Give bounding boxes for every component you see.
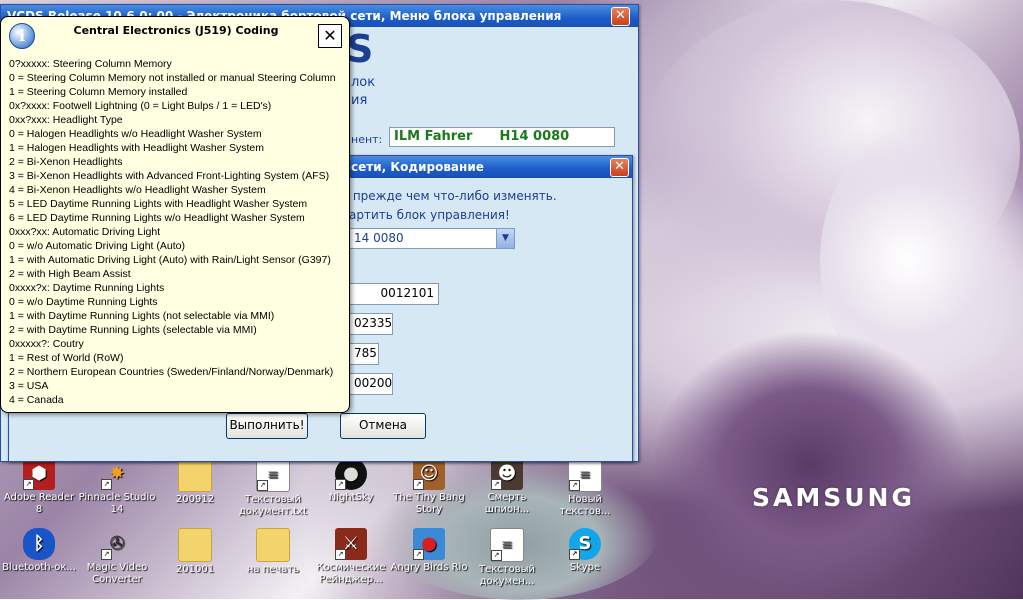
tooltip-line: 0 = w/o Daytime Running Lights: [9, 296, 158, 308]
text-file-icon: ≡ ↗: [568, 458, 602, 492]
pdf-icon: ⬢ ↗: [23, 458, 55, 490]
game-icon: ☻ ↗: [491, 458, 523, 490]
desktop-icon-angry-birds[interactable]: ● ↗ Angry Birds Rio: [390, 528, 468, 574]
desktop-icon-200912[interactable]: 200912: [156, 458, 234, 506]
tooltip-line: 4 = Bi-Xenon Headlights w/o Headlight Wa…: [9, 184, 266, 196]
desktop-icon-label: Magic Video Converter: [86, 562, 148, 585]
game-icon: ☺ ↗: [413, 458, 445, 490]
component-label: нент:: [351, 133, 383, 146]
desktop-icon-label: Текстовый докумен...: [478, 564, 536, 587]
desktop-icon-text-document-2[interactable]: ≡ ↗ Текстовый докумен...: [468, 528, 546, 588]
desktop-icon-adobe-reader[interactable]: ⬢ ↗ Adobe Reader 8: [0, 458, 78, 516]
desktop-icon-tiny-bang-story[interactable]: ☺ ↗ The Tiny Bang Story: [390, 458, 468, 516]
tooltip-line: 2 = Northern European Countries (Sweden/…: [9, 366, 334, 378]
coding-dialog-close-button[interactable]: ✕: [610, 158, 629, 177]
folder-icon: [178, 528, 212, 562]
desktop-icon-text-document[interactable]: ≡ ↗ Текстовый документ.txt: [234, 458, 312, 518]
night-sky-icon: ● ↗: [335, 458, 367, 490]
desktop-icon-bluetooth[interactable]: ᛒ Bluetooth-ок...: [0, 528, 78, 574]
tooltip-line: 1 = Halogen Headlights with Headlight Wa…: [9, 142, 264, 154]
module-select[interactable]: 14 0080 ▼: [349, 228, 515, 249]
game-icon: ⚔ ↗: [335, 528, 367, 560]
tooltip-title: Central Electronics (J519) Coding: [73, 24, 279, 37]
desktop-icon-label: на печать: [246, 564, 300, 575]
samsung-logo: SAMSUNG: [752, 483, 915, 512]
main-window-close-button[interactable]: ✕: [611, 7, 630, 26]
tooltip-line: 2 = with Daytime Running Lights (selecta…: [9, 324, 257, 336]
coding-field-3[interactable]: 785: [349, 343, 379, 365]
text-file-icon: ≡ ↗: [490, 528, 524, 562]
desktop-icon-label: NightSky: [328, 492, 374, 503]
tooltip-line: 0 = Steering Column Memory not installed…: [9, 72, 336, 84]
tooltip-line: 1 = Rest of World (RoW): [9, 352, 124, 364]
desktop-icon-label: Skype: [569, 562, 601, 573]
component-field: ILM Fahrer H14 0080: [389, 127, 615, 147]
tooltip-line: 0xxx?xx: Automatic Driving Light: [9, 226, 161, 238]
desktop-icon-na-pechat[interactable]: на печать: [234, 528, 312, 576]
tooltip-line: 2 = with High Beam Assist: [9, 268, 131, 280]
coding-field-4[interactable]: 00200: [349, 373, 393, 395]
coding-help-tooltip: i Central Electronics (J519) Coding ✕ 0?…: [0, 16, 350, 413]
tooltip-line: 3 = USA: [9, 380, 49, 392]
desktop-icon-label: Текстовый документ.txt: [239, 494, 307, 517]
film-reel-icon: ✇ ↗: [101, 528, 133, 560]
star-icon: ✸ ↗: [101, 458, 133, 490]
coding-field-1[interactable]: 0012101: [349, 283, 439, 305]
coding-dialog-title: сети, Кодирование: [351, 160, 484, 174]
desktop-icon-label: Pinnacle Studio 14: [78, 492, 156, 515]
module-select-value: 14 0080: [354, 231, 404, 245]
tooltip-line: 0xxxxx?: Coutry: [9, 338, 84, 350]
tooltip-line: 3 = Bi-Xenon Headlights with Advanced Fr…: [9, 170, 330, 182]
coding-field-2[interactable]: 02335: [349, 313, 393, 335]
warning-line2: артить блок управления!: [349, 208, 510, 222]
desktop-icon-label: 201001: [175, 564, 215, 575]
tooltip-line: 0 = w/o Automatic Driving Light (Auto): [9, 240, 185, 252]
tooltip-line: 5 = LED Daytime Running Lights with Head…: [9, 198, 308, 210]
angry-bird-icon: ● ↗: [413, 528, 445, 560]
desktop-icon-label: 200912: [175, 494, 215, 505]
tooltip-line: 4 = Canada: [9, 394, 64, 406]
desktop-icon-magic-video[interactable]: ✇ ↗ Magic Video Converter: [78, 528, 156, 586]
tooltip-lines: 0?xxxxx: Steering Column Memory 0 = Stee…: [9, 57, 349, 407]
tooltip-line: 1 = with Daytime Running Lights (not sel…: [9, 310, 275, 322]
tooltip-line: 0x?xxxx: Footwell Lightning (0 = Light B…: [9, 100, 272, 112]
chevron-down-icon[interactable]: ▼: [496, 229, 514, 248]
tooltip-line: 0?xxxxx: Steering Column Memory: [9, 58, 172, 70]
folder-icon: [256, 528, 290, 562]
bluetooth-icon: ᛒ: [23, 528, 55, 560]
desktop-icon-space-rangers[interactable]: ⚔ ↗ Космические Рейнджер...: [312, 528, 390, 586]
desktop-icon-new-text[interactable]: ≡ ↗ Новый текстов...: [546, 458, 624, 518]
desktop-icon-label: Angry Birds Rio: [390, 562, 468, 573]
info-icon: i: [9, 23, 35, 49]
tooltip-close-button[interactable]: ✕: [318, 24, 342, 48]
desktop-icon-label: Смерть шпион...: [484, 492, 530, 515]
tooltip-line: 1 = Steering Column Memory installed: [9, 86, 188, 98]
desktop-icon-smert-shpion[interactable]: ☻ ↗ Смерть шпион...: [468, 458, 546, 516]
desktop-icon-label: Bluetooth-ок...: [2, 562, 76, 573]
vcds-partial-heading: S: [346, 27, 374, 71]
module-label-line2: ия: [351, 93, 368, 108]
tooltip-line: 1 = with Automatic Driving Light (Auto) …: [9, 254, 331, 266]
desktop-icon-label: Космические Рейнджер...: [316, 562, 386, 585]
skype-icon: S ↗: [569, 528, 601, 560]
desktop-icon-pinnacle-studio[interactable]: ✸ ↗ Pinnacle Studio 14: [78, 458, 156, 516]
desktop-icon-skype[interactable]: S ↗ Skype: [546, 528, 624, 574]
warning-line1: прежде чем что-либо изменять.: [349, 189, 557, 203]
desktop-icon-label: Новый текстов...: [559, 494, 611, 517]
flower-petal: [650, 330, 970, 600]
desktop-icon-label: The Tiny Bang Story: [393, 492, 465, 515]
folder-icon: [178, 458, 212, 492]
text-file-icon: ≡ ↗: [256, 458, 290, 492]
tooltip-line: 6 = LED Daytime Running Lights w/o Headl…: [9, 212, 305, 224]
desktop-icon-label: Adobe Reader 8: [3, 492, 75, 515]
tooltip-line: 2 = Bi-Xenon Headlights: [9, 156, 123, 168]
tooltip-line: 0 = Halogen Headlights w/o Headlight Was…: [9, 128, 262, 140]
tooltip-line: 0xx?xxx: Headlight Type: [9, 114, 123, 126]
tooltip-line: 0xxxx?x: Daytime Running Lights: [9, 282, 165, 294]
cancel-button[interactable]: Отмена: [340, 413, 426, 439]
module-label-line1: лок: [351, 75, 376, 90]
desktop-icon-nightsky[interactable]: ● ↗ NightSky: [312, 458, 390, 504]
desktop-icon-201001[interactable]: 201001: [156, 528, 234, 576]
execute-button[interactable]: Выполнить!: [226, 413, 308, 439]
